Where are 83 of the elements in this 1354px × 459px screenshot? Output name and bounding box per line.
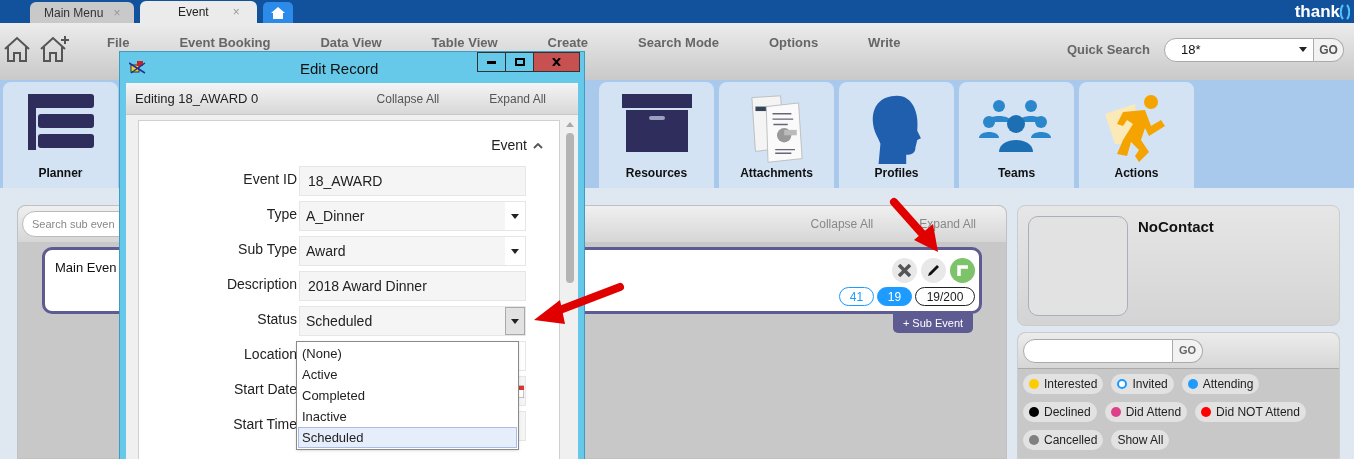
field-label: Start Time: [232, 415, 298, 434]
contact-search-field[interactable]: [1023, 338, 1173, 363]
event-title: Main Even: [55, 259, 117, 277]
dropdown-option[interactable]: Active: [298, 364, 517, 385]
filter-chip[interactable]: Declined: [1023, 402, 1097, 422]
add-sub-event-button[interactable]: + Sub Event: [893, 314, 973, 333]
go-button[interactable]: GO: [1173, 338, 1203, 363]
dropdown-option[interactable]: Scheduled: [298, 427, 517, 448]
select-field[interactable]: Scheduled: [299, 306, 526, 336]
module-tile[interactable]: Profiles: [839, 82, 954, 188]
field-label: Event ID: [242, 170, 298, 189]
logo-bracket-icon: [1340, 3, 1350, 20]
select-field[interactable]: A_Dinner: [299, 201, 526, 231]
maximize-icon: [514, 58, 525, 66]
home-tab[interactable]: [263, 2, 293, 23]
expand-all-button[interactable]: Expand All: [489, 89, 546, 108]
menu-item[interactable]: Table View: [431, 35, 498, 50]
module-tile[interactable]: Actions: [1079, 82, 1194, 188]
count-badge: 19: [877, 287, 912, 306]
section-title: Event: [491, 136, 527, 155]
go-button[interactable]: GO: [1314, 37, 1344, 62]
x-icon: [898, 264, 911, 277]
corner-icon: [957, 265, 968, 276]
menu-item[interactable]: Write: [868, 35, 901, 50]
home-icon: [271, 6, 285, 19]
module-tile[interactable]: Planner: [3, 82, 118, 188]
storage-box-icon: [621, 94, 692, 152]
logo: thank: [1294, 3, 1340, 20]
close-button[interactable]: [534, 52, 580, 72]
field-label: Description: [225, 275, 298, 294]
dropdown-button[interactable]: [505, 307, 525, 335]
text-field[interactable]: 18_AWARD: [299, 166, 526, 196]
minimize-icon: [487, 60, 496, 64]
filter-chip[interactable]: Invited: [1111, 374, 1174, 394]
quick-search-field[interactable]: 18*: [1164, 37, 1314, 62]
dialog-title: Edit Record: [300, 59, 379, 79]
menu-item[interactable]: Create: [547, 35, 589, 50]
module-tile[interactable]: Resources: [599, 82, 714, 188]
minimize-button[interactable]: [477, 52, 506, 72]
planner-icon: [27, 94, 94, 150]
filter-chip[interactable]: Did Attend: [1104, 402, 1188, 422]
select-field[interactable]: Award: [299, 236, 526, 266]
dropdown-option[interactable]: Inactive: [298, 406, 517, 427]
quick-search-label: Quick Search: [1066, 40, 1150, 59]
caret-icon: [511, 318, 519, 324]
dropdown-option[interactable]: (None): [298, 343, 517, 364]
field-label: Type: [265, 205, 298, 224]
maximize-button[interactable]: [506, 52, 534, 72]
contact-name: NoContact: [1138, 217, 1214, 237]
filter-chip[interactable]: Attending: [1181, 374, 1260, 394]
module-tile[interactable]: Teams: [959, 82, 1074, 188]
dropdown-option[interactable]: Completed: [298, 385, 517, 406]
editing-label: Editing 18_AWARD 0: [135, 89, 259, 108]
filter-chip[interactable]: Cancelled: [1023, 430, 1104, 450]
filter-chip[interactable]: Interested: [1023, 374, 1104, 394]
menu-item[interactable]: Search Mode: [638, 35, 719, 50]
count-badge: 41: [839, 287, 874, 306]
field-label: Start Date: [232, 380, 298, 399]
chevron-up-icon[interactable]: [533, 142, 543, 149]
caret-icon: [511, 248, 519, 254]
app-icon: [129, 59, 147, 75]
text-field[interactable]: 2018 Award Dinner: [299, 271, 526, 301]
pencil-icon: [927, 264, 940, 277]
menu-item[interactable]: Data View: [320, 35, 382, 50]
menu-item[interactable]: Event Booking: [179, 35, 271, 50]
menu-item[interactable]: File: [107, 35, 130, 50]
dropdown-button[interactable]: [505, 202, 525, 230]
delete-button[interactable]: [892, 258, 917, 283]
caret-icon: [511, 213, 519, 219]
caret-icon: [1299, 47, 1307, 52]
filter-chip[interactable]: Show All: [1111, 430, 1170, 450]
module-tile[interactable]: Attachments: [719, 82, 834, 188]
edit-button[interactable]: [921, 258, 946, 283]
tab[interactable]: Event ×: [140, 1, 257, 23]
menu-item[interactable]: Options: [769, 35, 819, 50]
close-icon: [552, 58, 561, 66]
filter-chip[interactable]: Did NOT Attend: [1195, 402, 1306, 422]
tab[interactable]: Main Menu ×: [30, 2, 134, 23]
field-label: Location: [243, 345, 298, 364]
dropdown-button[interactable]: [505, 237, 525, 265]
collapse-all-button[interactable]: Collapse All: [376, 89, 440, 108]
count-badge: 19/200: [915, 287, 975, 306]
add-home-icon[interactable]: [38, 33, 72, 64]
